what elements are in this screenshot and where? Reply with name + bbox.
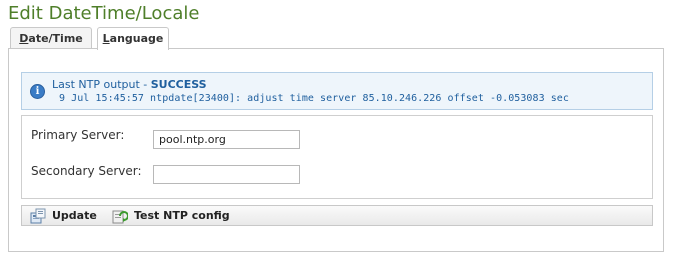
ntp-status-heading: Last NTP output - SUCCESS: [52, 78, 207, 91]
ntp-status-result: SUCCESS: [150, 78, 207, 91]
tab-datetime[interactable]: Date/Time: [10, 27, 92, 49]
primary-server-input[interactable]: [153, 130, 300, 149]
tab-language-label: anguage: [109, 32, 164, 45]
ntp-status-detail: 9 Jul 15:45:57 ntpdate[23400]: adjust ti…: [59, 93, 569, 104]
update-button[interactable]: Update: [30, 207, 100, 225]
ntp-status-message: i Last NTP output - SUCCESS 9 Jul 15:45:…: [21, 72, 653, 110]
secondary-server-label: Secondary Server:: [31, 164, 142, 178]
info-icon: i: [30, 84, 45, 99]
tab-language[interactable]: Language: [97, 27, 169, 50]
ntp-status-prefix: Last NTP output -: [52, 78, 151, 91]
test-ntp-icon: [112, 210, 128, 224]
page-title: Edit DateTime/Locale: [8, 3, 200, 24]
secondary-server-input[interactable]: [153, 165, 300, 184]
primary-server-label: Primary Server:: [31, 128, 125, 142]
update-label: Update: [52, 209, 97, 222]
tab-datetime-label: ate/Time: [28, 32, 83, 45]
tab-language-accesskey: L: [102, 32, 110, 45]
update-icon: [30, 208, 46, 224]
form-toolbar: Update Test NTP config: [21, 205, 653, 226]
test-ntp-label: Test NTP config: [134, 209, 230, 222]
ntp-server-form: Primary Server: Secondary Server:: [21, 115, 653, 199]
test-ntp-button[interactable]: Test NTP config: [112, 207, 232, 225]
